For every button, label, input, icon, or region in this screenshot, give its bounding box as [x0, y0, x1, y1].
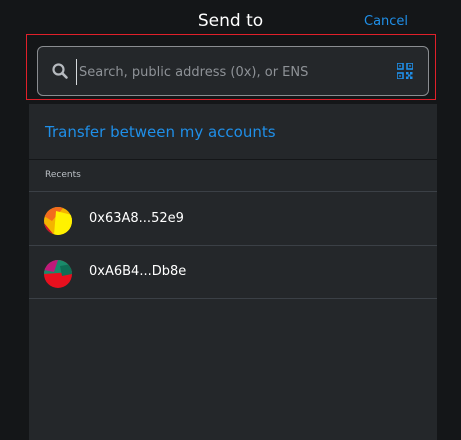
avatar: [44, 260, 72, 288]
search-input[interactable]: [76, 59, 381, 85]
recent-item[interactable]: 0x63A8...52e9: [29, 193, 437, 246]
recent-address: 0xA6B4...Db8e: [89, 264, 187, 279]
transfer-between-accounts-link[interactable]: Transfer between my accounts: [45, 123, 276, 141]
recipient-panel: Transfer between my accounts Recents 0x6…: [29, 104, 437, 440]
search-icon: [52, 63, 68, 79]
search-box[interactable]: [37, 46, 429, 96]
qr-code-scan-icon[interactable]: [397, 63, 413, 79]
transfer-section: Transfer between my accounts: [29, 104, 437, 160]
avatar: [44, 207, 72, 235]
recent-address: 0x63A8...52e9: [89, 211, 184, 226]
recents-header: Recents: [29, 162, 437, 192]
cancel-button[interactable]: Cancel: [364, 14, 408, 29]
recent-item[interactable]: 0xA6B4...Db8e: [29, 246, 437, 299]
recents-label: Recents: [45, 170, 81, 180]
